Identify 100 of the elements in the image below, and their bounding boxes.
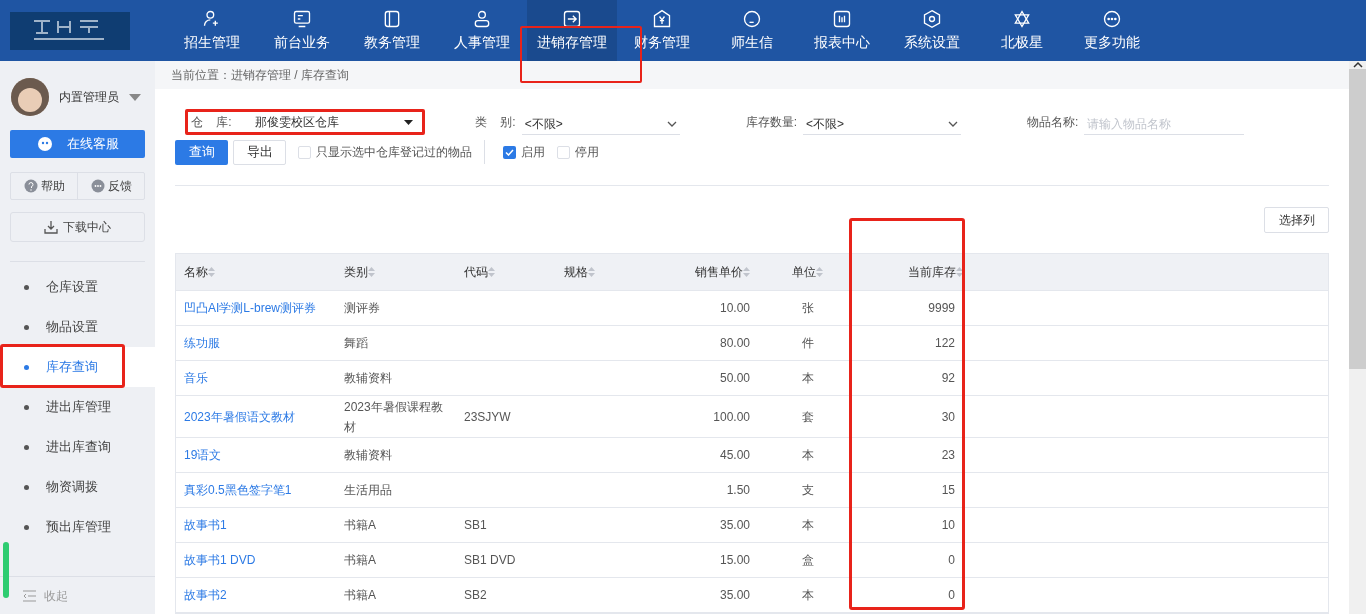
sort-icon bbox=[588, 267, 595, 277]
table-cell-text: 本 bbox=[801, 447, 814, 464]
column-header[interactable]: 类别 bbox=[336, 254, 456, 290]
nav-tab[interactable]: 系统设置 bbox=[887, 0, 977, 61]
table-cell-text: 23SJYW bbox=[464, 408, 511, 426]
item-link[interactable]: 19语文 bbox=[184, 445, 222, 465]
feedback-button[interactable]: 反馈 bbox=[78, 173, 144, 199]
category-select[interactable]: <不限> bbox=[521, 113, 680, 135]
bar-chart-icon bbox=[832, 8, 852, 29]
breadcrumb: 当前位置：进销存管理 / 库存查询 bbox=[171, 67, 349, 84]
table-cell-text: 50.00 bbox=[719, 370, 750, 387]
sidebar-item[interactable]: 进出库查询 bbox=[0, 427, 155, 467]
table-cell-text: 0 bbox=[948, 552, 955, 569]
download-icon bbox=[44, 220, 58, 234]
field-label: 库存数量: bbox=[745, 114, 797, 131]
nav-tab[interactable]: 北极星 bbox=[977, 0, 1067, 61]
scroll-up-icon[interactable] bbox=[1352, 61, 1363, 69]
table-cell-text: 10 bbox=[941, 517, 955, 534]
chevron-down-icon bbox=[666, 120, 677, 127]
sort-icon bbox=[816, 267, 823, 277]
help-button[interactable]: 帮助 bbox=[11, 173, 78, 199]
table-cell-text: 教辅资料 bbox=[344, 447, 392, 464]
table-cell-text: 盒 bbox=[801, 552, 814, 569]
sort-icon bbox=[488, 267, 495, 277]
column-header[interactable]: 规格 bbox=[556, 254, 646, 290]
nav-tab[interactable]: 人事管理 bbox=[437, 0, 527, 61]
item-link[interactable]: 故事书2 bbox=[184, 585, 227, 605]
export-button[interactable]: 导出 bbox=[233, 139, 286, 165]
item-link[interactable]: 2023年暑假语文教材 bbox=[184, 406, 295, 427]
table-cell-text: 件 bbox=[801, 335, 814, 352]
bullet-icon bbox=[24, 324, 29, 330]
nav-tab[interactable]: 教务管理 bbox=[347, 0, 437, 61]
table-cell-text: 10.00 bbox=[719, 300, 750, 317]
caret-icon[interactable] bbox=[129, 93, 141, 101]
table-cell-text: 书籍A bbox=[344, 587, 376, 604]
sidebar-item[interactable]: 物品设置 bbox=[0, 307, 155, 347]
nav-tab[interactable]: 更多功能 bbox=[1067, 0, 1157, 61]
nav-tab[interactable]: 招生管理 bbox=[167, 0, 257, 61]
sidebar-item[interactable]: 进出库管理 bbox=[0, 387, 155, 427]
table-cell-text: 45.00 bbox=[719, 447, 750, 464]
item-link[interactable]: 故事书1 DVD bbox=[184, 550, 256, 570]
table-cell-text: 15.00 bbox=[719, 552, 750, 569]
item-link[interactable]: 真彩0.5黑色签字笔1 bbox=[184, 480, 292, 500]
column-header[interactable]: 代码 bbox=[456, 254, 556, 290]
item-link[interactable]: 凹凸AI学测L-brew测评券 bbox=[184, 298, 317, 318]
table-cell-text: 1.50 bbox=[726, 482, 750, 499]
table-cell-text: 书籍A bbox=[344, 552, 376, 569]
bullet-icon bbox=[24, 524, 29, 530]
checkbox[interactable]: 只显示选中仓库登记过的物品 bbox=[298, 143, 472, 161]
table-cell-text: 套 bbox=[801, 408, 814, 426]
field-label: 仓 库: bbox=[191, 114, 233, 131]
checkbox[interactable]: 启用 bbox=[503, 143, 545, 161]
table-cell-text: SB2 bbox=[464, 587, 487, 604]
user-icon bbox=[472, 8, 492, 29]
download-button[interactable]: 下载中心 bbox=[10, 212, 145, 242]
nav-tab[interactable]: 进销存管理 bbox=[527, 0, 617, 61]
table-cell-text: 舞蹈 bbox=[344, 335, 368, 352]
more-icon bbox=[1102, 8, 1122, 29]
scrollbar[interactable] bbox=[1349, 61, 1366, 614]
table-cell-text: 80.00 bbox=[719, 335, 750, 352]
table-cell-text: 本 bbox=[801, 370, 814, 387]
star-icon bbox=[1012, 8, 1032, 29]
sidebar-item[interactable]: 仓库设置 bbox=[0, 267, 155, 307]
table-cell-text: 92 bbox=[941, 370, 955, 387]
field-label: 类 别: bbox=[475, 114, 516, 131]
item-link[interactable]: 故事书1 bbox=[184, 515, 227, 535]
table-cell-text: 生活用品 bbox=[344, 482, 392, 499]
checkmark-icon bbox=[505, 148, 514, 156]
quantity-select[interactable]: <不限> bbox=[803, 113, 961, 135]
collapse-icon bbox=[22, 589, 36, 602]
scroll-indicator bbox=[3, 542, 9, 598]
column-header[interactable]: 当前库存 bbox=[855, 254, 985, 290]
column-header[interactable]: 单位 bbox=[760, 254, 855, 290]
table-cell-text: 支 bbox=[801, 482, 814, 499]
chevron-down-icon bbox=[948, 120, 958, 127]
item-name-field[interactable]: 请输入物品名称 bbox=[1084, 113, 1245, 135]
sidebar-item[interactable]: 物资调拨 bbox=[0, 467, 155, 507]
avatar bbox=[11, 78, 49, 116]
item-link[interactable]: 音乐 bbox=[184, 368, 208, 388]
arrow-box-icon bbox=[562, 8, 582, 29]
warehouse-select[interactable]: 那俊雯校区仓库 bbox=[249, 113, 419, 131]
sidebar-item[interactable]: 库存查询 bbox=[0, 347, 155, 387]
settings-icon bbox=[922, 8, 942, 29]
item-link[interactable]: 练功服 bbox=[184, 333, 220, 353]
service-button[interactable]: 在线客服 bbox=[10, 130, 145, 158]
choose-columns-button[interactable]: 选择列 bbox=[1264, 207, 1329, 233]
column-header[interactable]: 销售单价 bbox=[646, 254, 760, 290]
table-cell-text: 测评券 bbox=[344, 300, 380, 317]
nav-tab[interactable]: 报表中心 bbox=[797, 0, 887, 61]
monitor-icon bbox=[292, 8, 312, 29]
column-header[interactable]: 名称 bbox=[176, 254, 336, 290]
table-cell-text: 本 bbox=[801, 517, 814, 534]
nav-tab[interactable]: 师生信 bbox=[707, 0, 797, 61]
field-label: 物品名称: bbox=[1027, 114, 1079, 131]
table-cell-text: SB1 bbox=[464, 517, 487, 534]
nav-tab[interactable]: 前台业务 bbox=[257, 0, 347, 61]
table-cell-text: 35.00 bbox=[719, 517, 750, 534]
panel-icon bbox=[382, 8, 402, 29]
query-button[interactable]: 查询 bbox=[175, 139, 228, 165]
checkbox[interactable]: 停用 bbox=[557, 143, 599, 161]
